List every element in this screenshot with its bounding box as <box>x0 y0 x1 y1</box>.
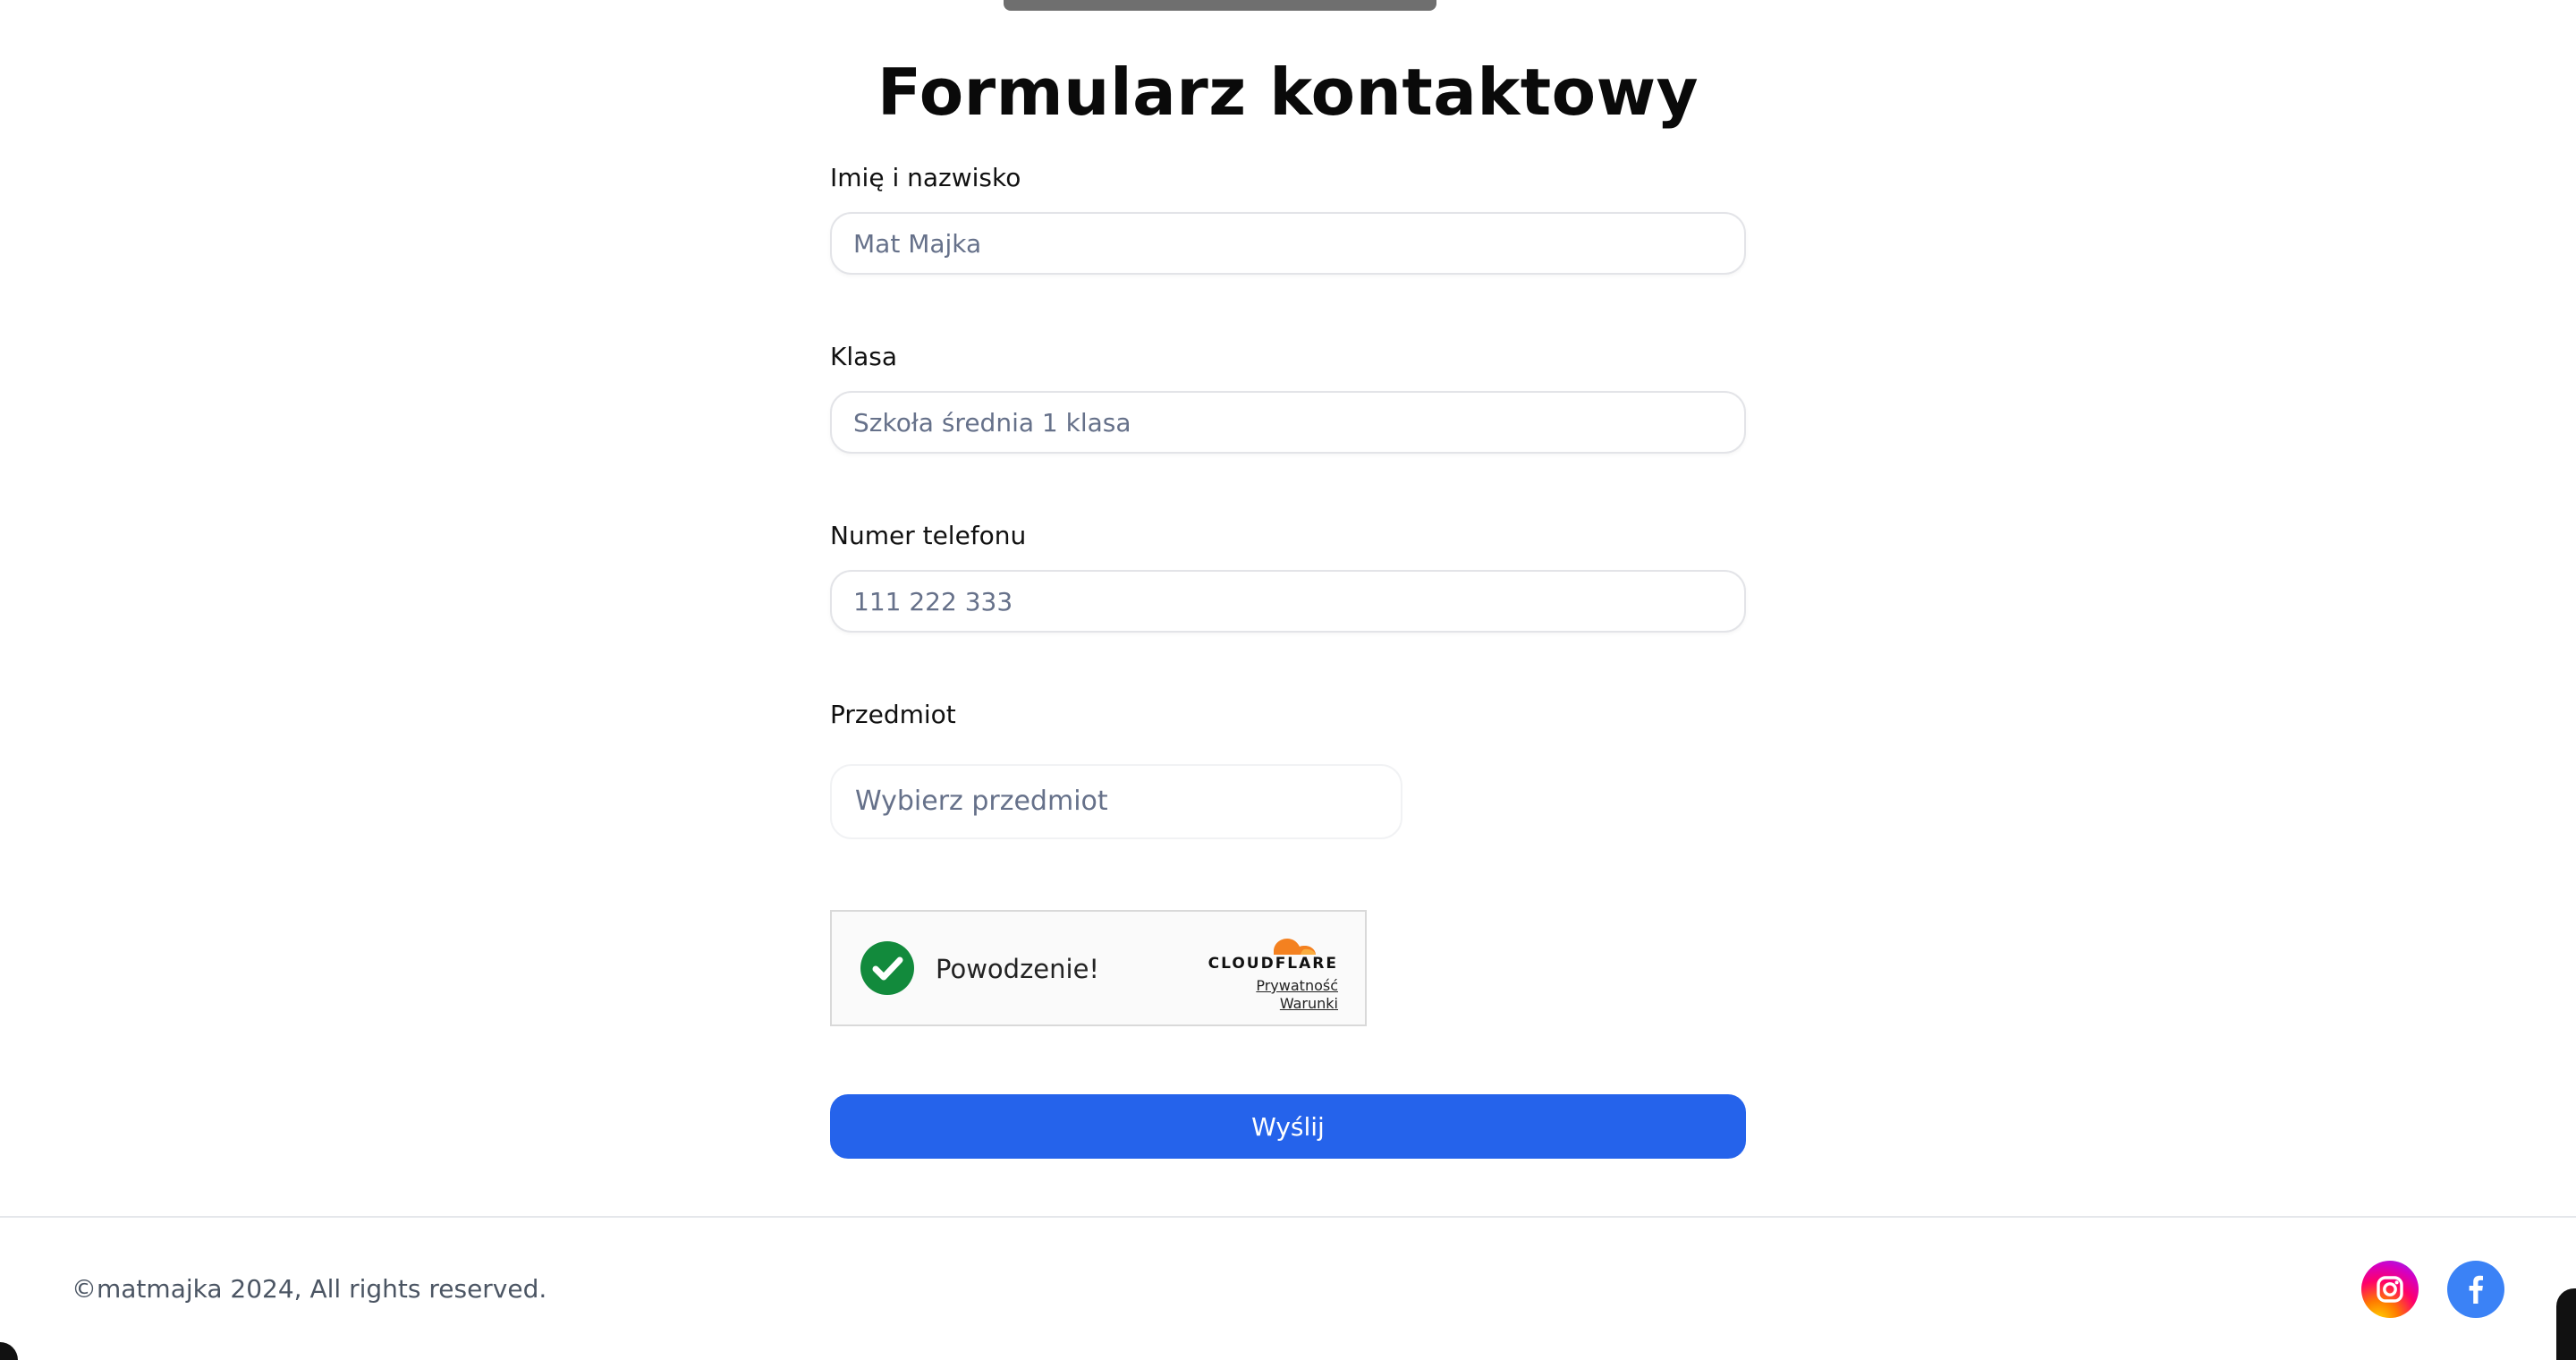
page-title: Formularz kontaktowy <box>877 55 1699 130</box>
page: Formularz kontaktowy Imię i nazwisko Kla… <box>0 0 2576 1360</box>
window-corner-left <box>0 1342 18 1360</box>
footer-divider <box>0 1216 2576 1218</box>
top-tab-handle <box>1004 0 1436 11</box>
class-label: Klasa <box>830 342 898 371</box>
success-check-icon <box>860 941 914 995</box>
captcha-status-text: Powodzenie! <box>936 954 1100 984</box>
window-corner-right <box>2556 1288 2576 1360</box>
class-input[interactable] <box>830 391 1746 454</box>
terms-link[interactable]: Warunki <box>1280 995 1338 1013</box>
facebook-icon <box>2469 1275 2483 1304</box>
subject-select-value: Wybierz przedmiot <box>855 786 1108 817</box>
name-input[interactable] <box>830 212 1746 275</box>
submit-button[interactable]: Wyślij <box>830 1094 1746 1159</box>
privacy-link[interactable]: Prywatność <box>1256 977 1338 995</box>
subject-select[interactable]: Wybierz przedmiot <box>830 764 1402 839</box>
phone-input[interactable] <box>830 570 1746 633</box>
instagram-icon <box>2377 1276 2403 1303</box>
subject-label: Przedmiot <box>830 700 956 729</box>
cloudflare-wordmark: CLOUDFLARE <box>1208 955 1338 973</box>
instagram-button[interactable] <box>2361 1261 2419 1318</box>
name-label: Imię i nazwisko <box>830 163 1021 192</box>
cloudflare-captcha-widget: Powodzenie! CLOUDFLARE Prywatność Warunk… <box>830 910 1367 1026</box>
facebook-button[interactable] <box>2447 1261 2504 1318</box>
phone-label: Numer telefonu <box>830 521 1027 550</box>
copyright-text: ©matmajka 2024, All rights reserved. <box>72 1274 547 1304</box>
